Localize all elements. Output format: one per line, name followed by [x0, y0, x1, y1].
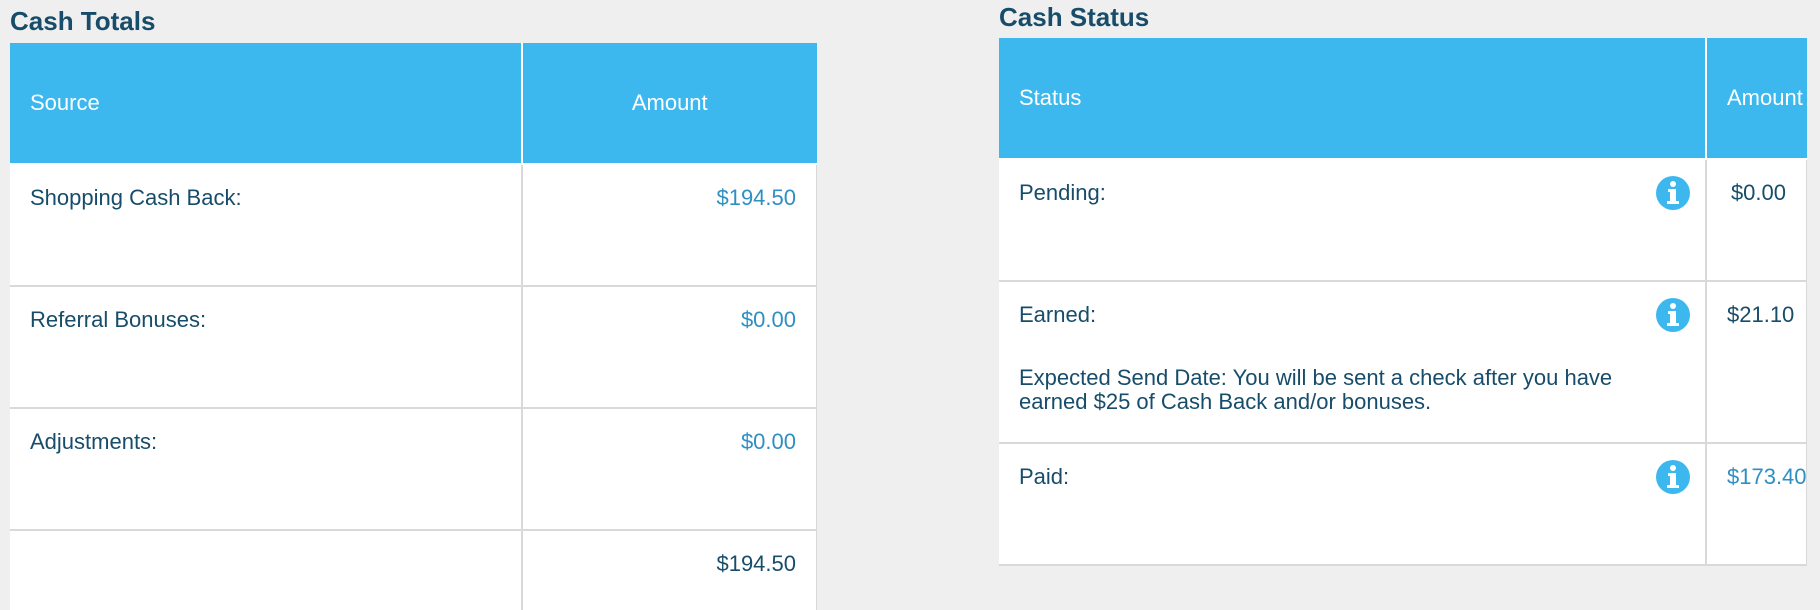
table-header-row: Status Amount [999, 38, 1807, 160]
amount-adjustments[interactable]: $0.00 [522, 408, 817, 531]
total-row: $194.50 [10, 530, 817, 610]
cash-status-title: Cash Status [999, 2, 1150, 32]
status-column-header: Status [999, 38, 1707, 160]
amount-shopping-cash-back[interactable]: $194.50 [522, 164, 817, 287]
total-label [10, 530, 523, 610]
table-row: Shopping Cash Back: $194.50 [10, 164, 817, 287]
amount-earned: $21.10 [1706, 281, 1807, 444]
table-row: Adjustments: $0.00 [10, 408, 817, 531]
amount-paid[interactable]: $173.40 [1706, 443, 1807, 566]
status-label-paid: Paid: [1019, 464, 1070, 489]
info-icon[interactable] [1656, 298, 1690, 332]
status-cell-earned: Earned: Expected Send Date: You will be … [999, 281, 1707, 444]
status-label-pending: Pending: [1019, 180, 1106, 205]
amount-column-header: Amount [522, 43, 817, 165]
status-label-earned: Earned: [1019, 302, 1097, 327]
expected-send-date-note: Expected Send Date: You will be sent a c… [1019, 365, 1613, 414]
table-header-row: Source Amount [10, 43, 817, 165]
cash-status-table: Status Amount Pending: $0.00 Earned: Exp… [999, 38, 1807, 566]
amount-column-header: Amount [1706, 38, 1807, 160]
source-label-shopping-cash-back: Shopping Cash Back: [10, 164, 523, 287]
status-cell-paid: Paid: [999, 443, 1707, 566]
table-row: Pending: $0.00 [999, 159, 1807, 282]
source-label-referral-bonuses: Referral Bonuses: [10, 286, 523, 409]
table-row: Referral Bonuses: $0.00 [10, 286, 817, 409]
total-amount: $194.50 [522, 530, 817, 610]
amount-referral-bonuses[interactable]: $0.00 [522, 286, 817, 409]
table-row: Earned: Expected Send Date: You will be … [999, 281, 1807, 444]
info-icon[interactable] [1656, 176, 1690, 210]
source-label-adjustments: Adjustments: [10, 408, 523, 531]
info-icon[interactable] [1656, 460, 1690, 494]
amount-pending: $0.00 [1706, 159, 1807, 282]
cash-totals-table: Source Amount Shopping Cash Back: $194.5… [10, 43, 817, 610]
source-column-header: Source [10, 43, 523, 165]
status-cell-pending: Pending: [999, 159, 1707, 282]
cash-totals-title: Cash Totals [10, 6, 156, 36]
table-row: Paid: $173.40 [999, 443, 1807, 566]
